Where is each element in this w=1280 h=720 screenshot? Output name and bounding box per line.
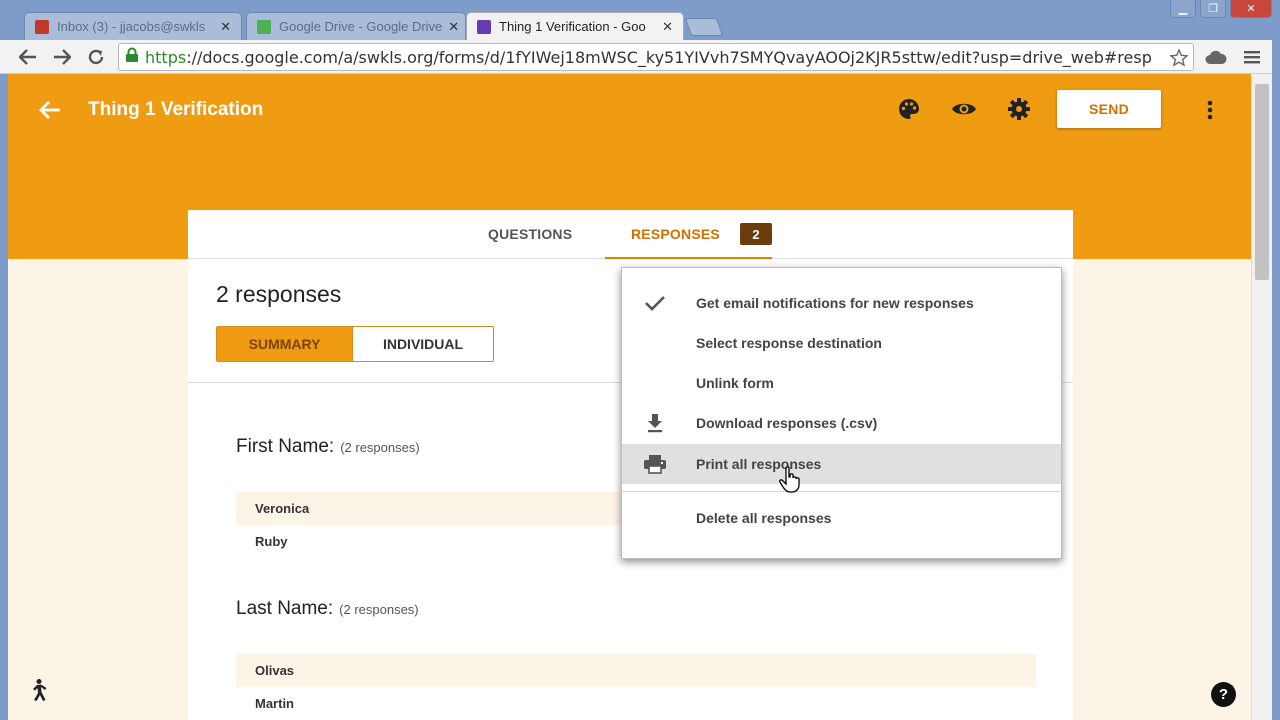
- preview-eye-icon[interactable]: [949, 94, 979, 124]
- question-title: Last Name: (2 responses): [236, 598, 419, 620]
- menu-item-label: Get email notifications for new response…: [696, 295, 974, 311]
- minimize-icon[interactable]: ▁: [1170, 0, 1196, 18]
- tab-responses[interactable]: RESPONSES 2: [605, 210, 772, 259]
- check-icon: [642, 290, 668, 316]
- window-controls: ▁ ❐ ✕: [1170, 0, 1272, 18]
- url-scheme: https: [145, 47, 187, 67]
- hand-cursor-icon: [778, 466, 802, 494]
- menu-divider: [622, 491, 1061, 492]
- question-label: First Name:: [236, 436, 335, 457]
- question-label: Last Name:: [236, 598, 334, 619]
- browser-tab-label: Inbox (3) - jjacobs@swkls: [57, 19, 206, 34]
- menu-item-select-destination[interactable]: Select response destination: [622, 323, 1061, 363]
- window-close-icon[interactable]: ✕: [1230, 0, 1272, 18]
- browser-tab-drive[interactable]: Google Drive - Google Drive ✕: [246, 12, 466, 40]
- back-arrow-icon[interactable]: [16, 45, 40, 69]
- menu-item-label: Print all responses: [696, 456, 822, 472]
- answer-row: Olivas: [236, 654, 1036, 687]
- question-title: First Name: (2 responses): [236, 436, 420, 458]
- question-response-count: (2 responses): [339, 602, 419, 617]
- menu-item-label: Delete all responses: [696, 510, 832, 526]
- download-icon: [642, 410, 668, 436]
- menu-item-download-csv[interactable]: Download responses (.csv): [622, 403, 1061, 443]
- menu-item-label: Select response destination: [696, 335, 882, 351]
- view-toggle: SUMMARY INDIVIDUAL: [216, 326, 494, 362]
- browser-toolbar: https://docs.google.com/a/swkls.org/form…: [0, 40, 1280, 74]
- new-tab-button[interactable]: [684, 18, 724, 36]
- browser-tabstrip: Inbox (3) - jjacobs@swkls ✕ Google Drive…: [0, 0, 1280, 40]
- print-icon: [642, 451, 668, 477]
- scrollbar-thumb[interactable]: [1255, 84, 1269, 280]
- window-frame-left: [0, 74, 8, 720]
- tab-responses-label: RESPONSES: [631, 226, 720, 242]
- address-bar[interactable]: https://docs.google.com/a/swkls.org/form…: [118, 43, 1194, 71]
- browser-tab-inbox[interactable]: Inbox (3) - jjacobs@swkls ✕: [24, 12, 242, 40]
- url-rest: ://docs.google.com/a/swkls.org/forms/d/1…: [186, 47, 1152, 67]
- back-icon[interactable]: [36, 96, 64, 124]
- browser-tab-label: Google Drive - Google Drive: [279, 19, 443, 34]
- menu-item-delete-all[interactable]: Delete all responses: [622, 498, 1061, 538]
- menu-item-label: Unlink form: [696, 375, 774, 391]
- help-button[interactable]: ?: [1211, 682, 1236, 707]
- menu-item-email-notifications[interactable]: Get email notifications for new response…: [622, 283, 1061, 323]
- accessibility-person-icon[interactable]: [26, 678, 50, 702]
- url-text: https://docs.google.com/a/swkls.org/form…: [145, 48, 1152, 67]
- close-icon[interactable]: ✕: [442, 19, 459, 35]
- responses-options-menu: Get email notifications for new response…: [621, 267, 1062, 559]
- responses-heading: 2 responses: [216, 281, 342, 307]
- forward-arrow-icon[interactable]: [50, 45, 74, 69]
- individual-button[interactable]: INDIVIDUAL: [352, 327, 493, 361]
- window-frame-right: [1272, 40, 1280, 720]
- close-icon[interactable]: ✕: [656, 19, 673, 35]
- close-icon[interactable]: ✕: [214, 19, 231, 35]
- send-button[interactable]: SEND: [1057, 90, 1161, 128]
- browser-tab-label: Thing 1 Verification - Goo: [499, 19, 646, 34]
- palette-icon[interactable]: [894, 94, 924, 124]
- page-scrollbar[interactable]: [1251, 74, 1272, 720]
- gmail-icon: [35, 19, 49, 34]
- browser-tab-forms[interactable]: Thing 1 Verification - Goo ✕: [466, 12, 684, 40]
- answer-row: Martin: [255, 696, 294, 711]
- forms-icon: [477, 19, 491, 34]
- summary-button[interactable]: SUMMARY: [217, 327, 352, 361]
- tab-questions[interactable]: QUESTIONS: [488, 226, 572, 242]
- question-response-count: (2 responses): [340, 440, 420, 455]
- form-title: Thing 1 Verification: [88, 99, 264, 120]
- form-tabs: QUESTIONS RESPONSES 2: [188, 210, 1073, 259]
- chrome-menu-icon[interactable]: [1240, 45, 1264, 69]
- restore-icon[interactable]: ❐: [1200, 0, 1226, 18]
- menu-item-unlink-form[interactable]: Unlink form: [622, 363, 1061, 403]
- reload-icon[interactable]: [84, 45, 108, 69]
- responses-count-badge: 2: [740, 223, 772, 245]
- menu-item-label: Download responses (.csv): [696, 415, 878, 431]
- lock-icon: [125, 47, 139, 68]
- cloud-extension-icon[interactable]: [1204, 45, 1228, 69]
- drive-icon: [257, 19, 271, 34]
- bookmark-star-icon[interactable]: [1169, 48, 1189, 70]
- menu-item-print-all[interactable]: Print all responses: [622, 444, 1061, 484]
- settings-gear-icon[interactable]: [1004, 94, 1034, 124]
- more-vert-icon[interactable]: [1199, 96, 1221, 124]
